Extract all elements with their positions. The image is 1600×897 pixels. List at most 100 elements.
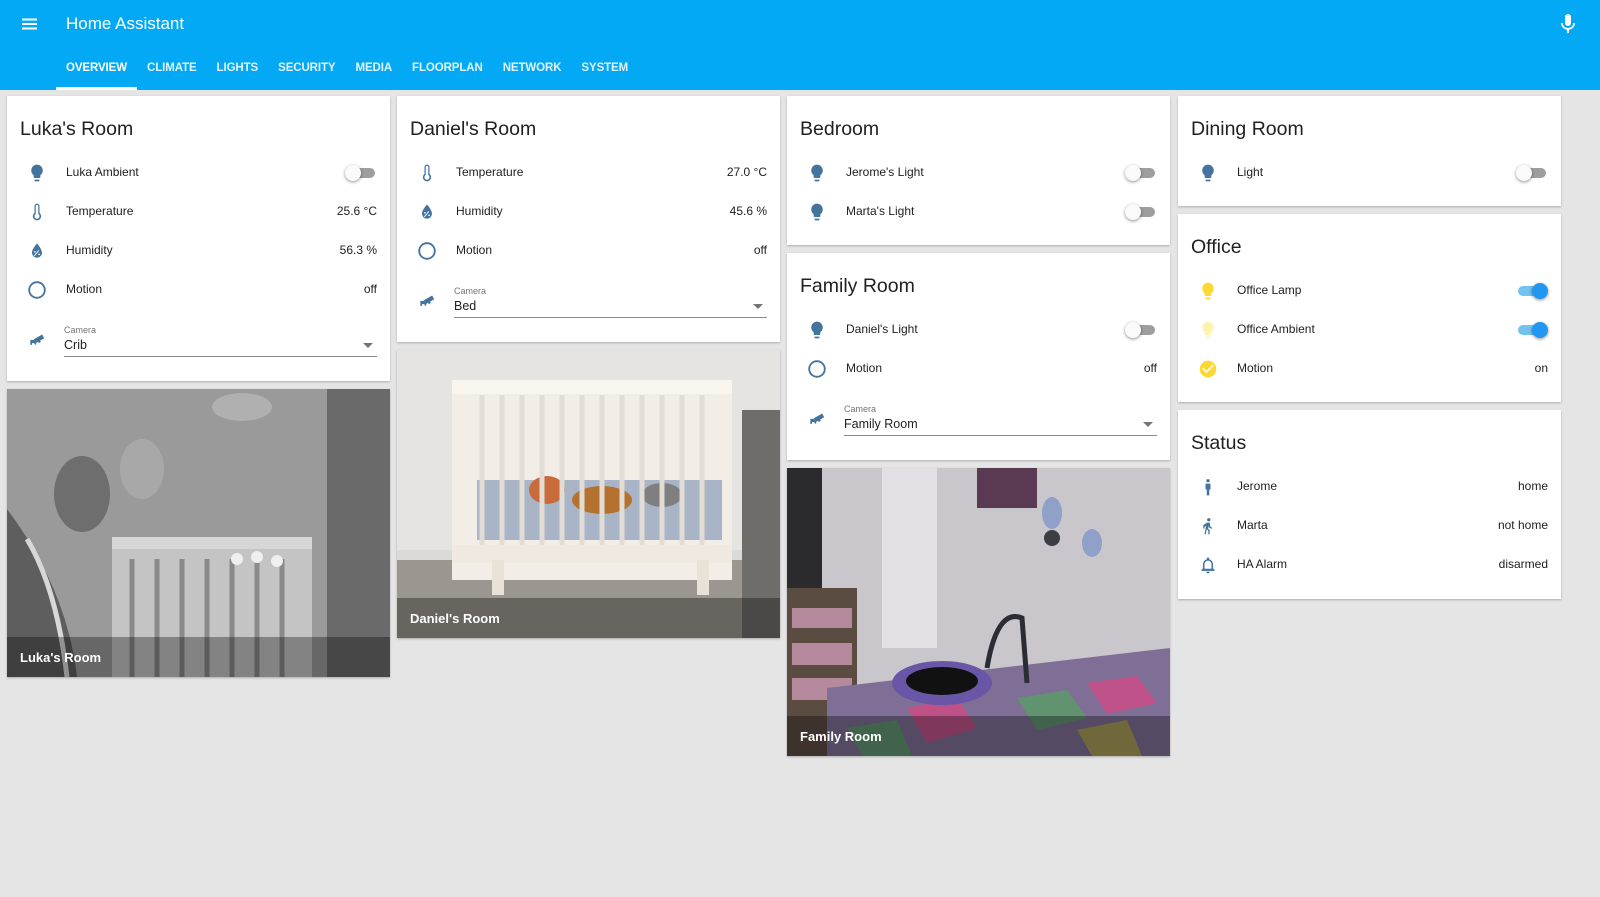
dropdown-value: Crib [64,338,87,352]
camera-image [787,468,1170,756]
water-percent-icon [25,239,49,263]
card-dining-room: Dining Room Light [1178,96,1561,206]
menu-icon[interactable] [18,12,42,36]
app-toolbar: Home Assistant OVERVIEW CLIMATE LIGHTS S… [0,0,1600,90]
camera-image [397,350,780,638]
camera-feed-daniels-room[interactable]: Daniel's Room [397,350,780,638]
entity-label: Motion [66,282,103,296]
entity-state: 27.0 °C [726,165,767,179]
entity-label: Luka Ambient [66,165,139,179]
tab-security[interactable]: SECURITY [268,54,345,90]
camera-dropdown[interactable]: Camera Bed [454,286,767,326]
entity-row-humidity[interactable]: Humidity 56.3 % [7,231,390,271]
app-title: Home Assistant [66,14,185,33]
camera-caption-text: Daniel's Room [410,611,500,626]
entity-row-motion[interactable]: Motion off [787,349,1170,389]
entity-row-office-ambient[interactable]: Office Ambient [1178,310,1561,350]
motion-sensor-icon [25,278,49,302]
lightbulb-icon [25,161,49,185]
camera-caption: Daniel's Room [397,598,780,638]
camera-caption: Family Room [787,716,1170,756]
dropdown-label: Camera [844,404,877,414]
tab-climate[interactable]: CLIMATE [137,54,207,90]
microphone-icon[interactable] [1556,12,1580,36]
entity-row-temperature[interactable]: Temperature 27.0 °C [397,153,780,193]
lightbulb-icon [1196,279,1220,303]
card-title: Dining Room [1191,118,1304,140]
tab-overview[interactable]: OVERVIEW [56,54,137,90]
toggle-switch[interactable] [1516,165,1548,181]
card-status: Status Jerome home Marta not home HA Ala… [1178,410,1561,599]
entity-row-luka-ambient[interactable]: Luka Ambient [7,153,390,193]
camera-dropdown[interactable]: Camera Family Room [844,404,1157,444]
camera-image [7,389,390,677]
thermometer-icon [25,200,49,224]
card-lukas-room: Luka's Room Luka Ambient Temperature 25.… [7,96,390,381]
tab-system[interactable]: SYSTEM [571,54,638,90]
card-office: Office Office Lamp Office Ambient Motion… [1178,214,1561,402]
entity-label: Motion [456,243,493,257]
chevron-down-icon [1143,422,1153,427]
tab-media[interactable]: MEDIA [345,54,402,90]
tab-network[interactable]: NETWORK [493,54,572,90]
toggle-switch[interactable] [1125,165,1157,181]
person-icon [1196,475,1220,499]
tab-floorplan[interactable]: FLOORPLAN [402,54,493,90]
camera-caption: Luka's Room [7,637,390,677]
camera-caption-text: Luka's Room [20,650,102,665]
card-title: Family Room [800,275,915,297]
toggle-switch[interactable] [1125,322,1157,338]
card-title: Daniel's Room [410,118,537,140]
entity-row-motion[interactable]: Motion off [7,270,390,310]
entity-row-martas-light[interactable]: Marta's Light [787,192,1170,232]
camera-select-row: Camera Crib [7,319,390,359]
entity-row-humidity[interactable]: Humidity 45.6 % [397,192,780,232]
tab-lights[interactable]: LIGHTS [207,54,269,90]
entity-state: disarmed [1498,557,1548,571]
toggle-switch[interactable] [1516,322,1548,338]
entity-row-jeromes-light[interactable]: Jerome's Light [787,153,1170,193]
person-walking-icon [1196,514,1220,538]
entity-row-daniels-light[interactable]: Daniel's Light [787,310,1170,350]
entity-label: Motion [1237,361,1274,375]
entity-label: Humidity [66,243,113,257]
camera-feed-lukas-room[interactable]: Luka's Room [7,389,390,677]
entity-label: Temperature [66,204,134,218]
entity-label: Office Lamp [1237,283,1302,297]
entity-row-motion[interactable]: Motion on [1178,349,1561,389]
entity-row-temperature[interactable]: Temperature 25.6 °C [7,192,390,232]
card-title: Luka's Room [20,118,134,140]
water-percent-icon [415,200,439,224]
entity-state: off [363,282,377,296]
entity-row-office-lamp[interactable]: Office Lamp [1178,271,1561,311]
lightbulb-icon [1196,318,1220,342]
entity-row-ha-alarm[interactable]: HA Alarm disarmed [1178,545,1561,585]
toggle-switch[interactable] [1125,204,1157,220]
camera-select-row: Camera Bed [397,280,780,320]
entity-state: 25.6 °C [336,204,377,218]
card-title: Status [1191,432,1247,454]
entity-row-jerome[interactable]: Jerome home [1178,467,1561,507]
chevron-down-icon [363,343,373,348]
camera-feed-family-room[interactable]: Family Room [787,468,1170,756]
entity-label: Humidity [456,204,503,218]
dropdown-value: Family Room [844,417,918,431]
card-bedroom: Bedroom Jerome's Light Marta's Light [787,96,1170,245]
lightbulb-icon [805,161,829,185]
entity-row-motion[interactable]: Motion off [397,231,780,271]
dropdown-value: Bed [454,299,477,313]
entity-state: 45.6 % [729,204,767,218]
card-family-room: Family Room Daniel's Light Motion off Ca… [787,253,1170,460]
bell-icon [1196,553,1220,577]
camera-dropdown[interactable]: Camera Crib [64,325,377,365]
entity-label: Marta's Light [846,204,915,218]
lightbulb-icon [1196,161,1220,185]
entity-state: off [753,243,767,257]
entity-label: Motion [846,361,883,375]
entity-label: Office Ambient [1237,322,1315,336]
card-title: Bedroom [800,118,880,140]
entity-row-marta[interactable]: Marta not home [1178,506,1561,546]
entity-row-light[interactable]: Light [1178,153,1561,193]
toggle-switch[interactable] [1516,283,1548,299]
toggle-switch[interactable] [345,165,377,181]
